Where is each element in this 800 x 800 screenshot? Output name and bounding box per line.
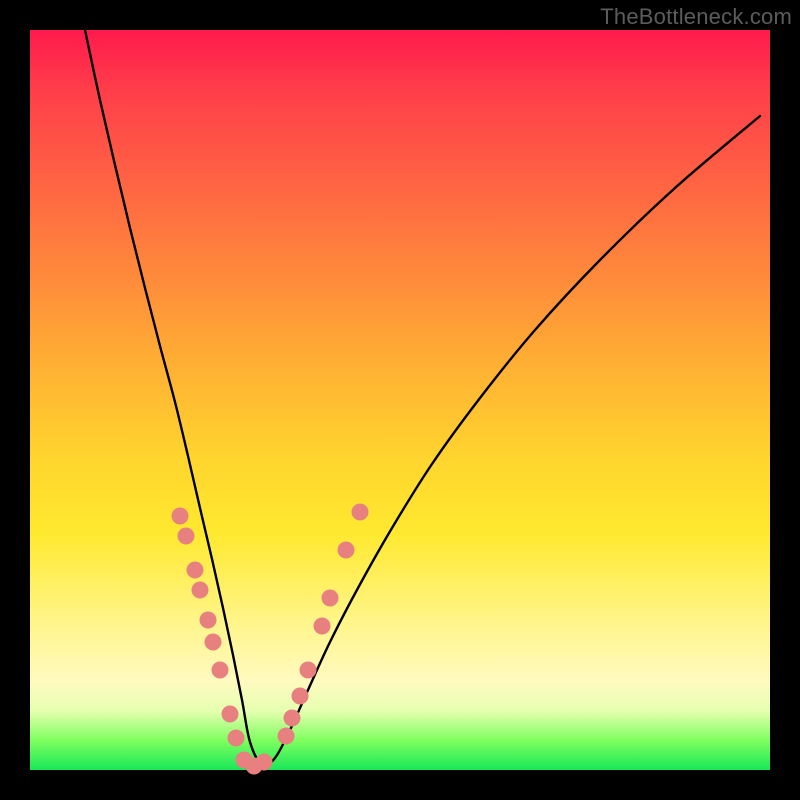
highlight-dot (284, 710, 301, 727)
highlight-dot (192, 582, 209, 599)
highlight-dot (322, 590, 339, 607)
highlight-dot (300, 662, 317, 679)
plot-area (30, 30, 770, 770)
chart-frame: TheBottleneck.com (0, 0, 800, 800)
highlight-dot (352, 504, 369, 521)
highlight-dot (187, 562, 204, 579)
highlight-dot (278, 728, 295, 745)
highlight-dot (212, 662, 229, 679)
highlight-dot (292, 688, 309, 705)
highlight-dot (205, 634, 222, 651)
watermark-text: TheBottleneck.com (600, 4, 792, 30)
highlight-dot (222, 706, 239, 723)
highlight-dot (178, 528, 195, 545)
highlight-dot (314, 618, 331, 635)
highlight-dot (172, 508, 189, 525)
highlight-dots (172, 504, 369, 775)
bottleneck-curve (85, 30, 760, 766)
highlight-dot (338, 542, 355, 559)
curve-svg (30, 30, 770, 770)
highlight-dot (228, 730, 245, 747)
highlight-dot (256, 754, 273, 771)
highlight-dot (200, 612, 217, 629)
